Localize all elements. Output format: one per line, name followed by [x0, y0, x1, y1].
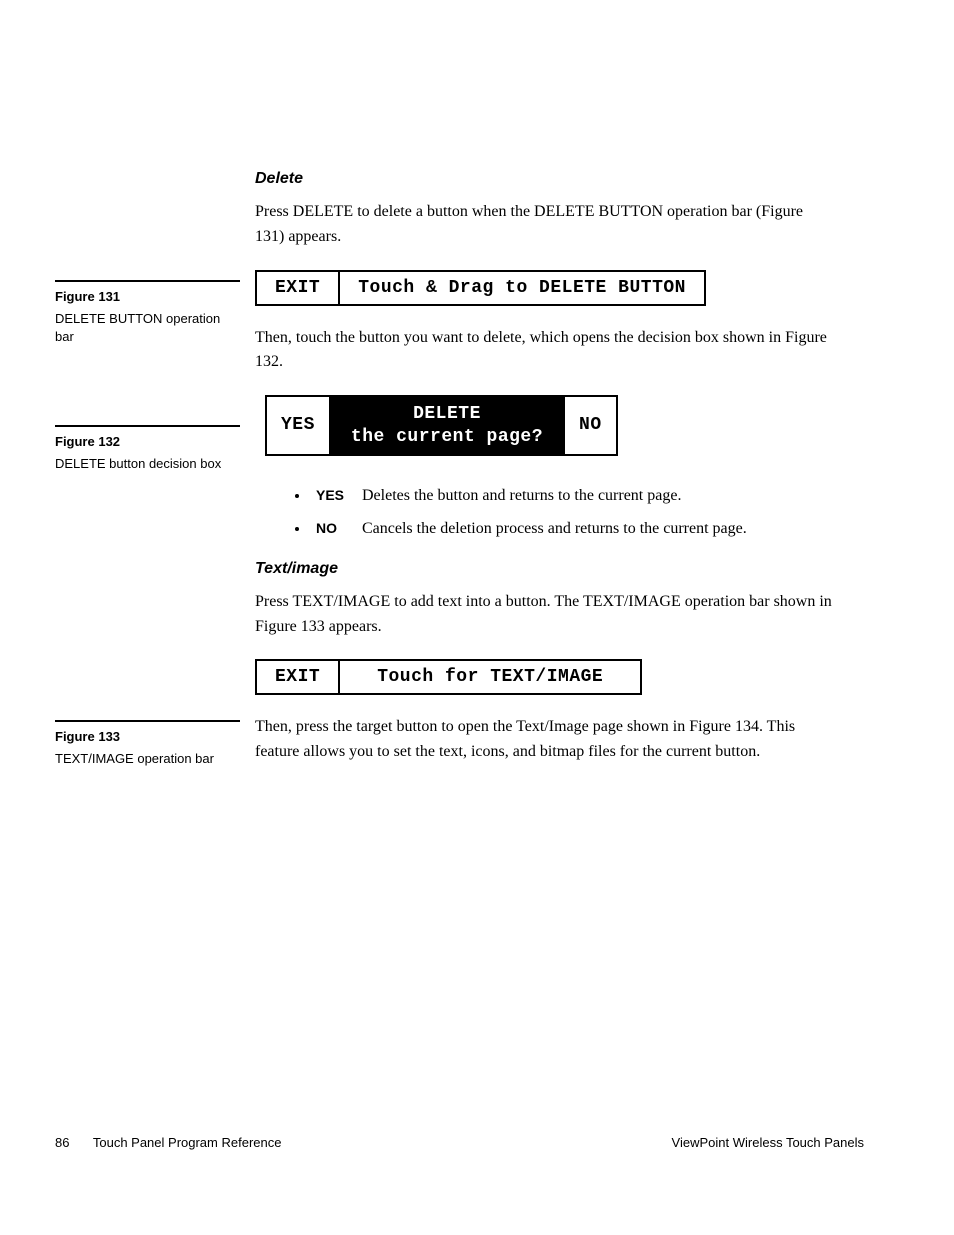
paragraph: Then, press the target button to open th… — [255, 715, 835, 765]
figure-133-caption-block: Figure 133 TEXT/IMAGE operation bar — [55, 720, 240, 768]
figure-label: Figure 132 — [55, 433, 240, 451]
figure-label: Figure 131 — [55, 288, 240, 306]
figure-caption: DELETE BUTTON operation bar — [55, 310, 240, 346]
no-button[interactable]: NO — [565, 397, 616, 454]
page-number: 86 — [55, 1135, 69, 1150]
heading-textimage: Text/image — [255, 560, 835, 578]
figure-132-decision-box: YES DELETE the current page? NO — [265, 395, 618, 456]
footer-left: 86 Touch Panel Program Reference — [55, 1135, 281, 1150]
paragraph: Press DELETE to delete a button when the… — [255, 200, 835, 250]
operation-bar-message: Touch & Drag to DELETE BUTTON — [340, 272, 704, 304]
yes-button[interactable]: YES — [267, 397, 329, 454]
main-column: Delete Press DELETE to delete a button w… — [255, 170, 835, 765]
paragraph: Then, touch the button you want to delet… — [255, 326, 835, 376]
caption-rule — [55, 720, 240, 722]
option-text: Deletes the button and returns to the cu… — [362, 487, 681, 504]
operation-bar-message: Touch for TEXT/IMAGE — [340, 661, 640, 693]
exit-button[interactable]: EXIT — [257, 272, 340, 304]
paragraph: Press TEXT/IMAGE to add text into a butt… — [255, 590, 835, 640]
figure-131-operation-bar: EXIT Touch & Drag to DELETE BUTTON — [255, 270, 706, 306]
footer-right-text: ViewPoint Wireless Touch Panels — [672, 1135, 864, 1150]
figure-131-caption-block: Figure 131 DELETE BUTTON operation bar — [55, 280, 240, 347]
figure-133-operation-bar: EXIT Touch for TEXT/IMAGE — [255, 659, 642, 695]
figure-caption: TEXT/IMAGE operation bar — [55, 750, 240, 768]
list-item: YES Deletes the button and returns to th… — [310, 484, 835, 509]
decision-line1: DELETE — [413, 403, 481, 426]
option-list: YES Deletes the button and returns to th… — [310, 484, 835, 542]
figure-132-caption-block: Figure 132 DELETE button decision box — [55, 425, 240, 473]
exit-button[interactable]: EXIT — [257, 661, 340, 693]
document-page: Figure 131 DELETE BUTTON operation bar F… — [0, 0, 954, 765]
decision-line2: the current page? — [351, 426, 543, 449]
caption-rule — [55, 425, 240, 427]
figure-label: Figure 133 — [55, 728, 240, 746]
option-label-yes: YES — [316, 485, 358, 507]
caption-rule — [55, 280, 240, 282]
option-label-no: NO — [316, 518, 358, 540]
list-item: NO Cancels the deletion process and retu… — [310, 517, 835, 542]
page-footer: 86 Touch Panel Program Reference ViewPoi… — [55, 1135, 864, 1150]
decision-message: DELETE the current page? — [329, 397, 565, 454]
figure-caption: DELETE button decision box — [55, 455, 240, 473]
footer-left-text: Touch Panel Program Reference — [93, 1135, 282, 1150]
heading-delete: Delete — [255, 170, 835, 188]
option-text: Cancels the deletion process and returns… — [362, 520, 747, 537]
